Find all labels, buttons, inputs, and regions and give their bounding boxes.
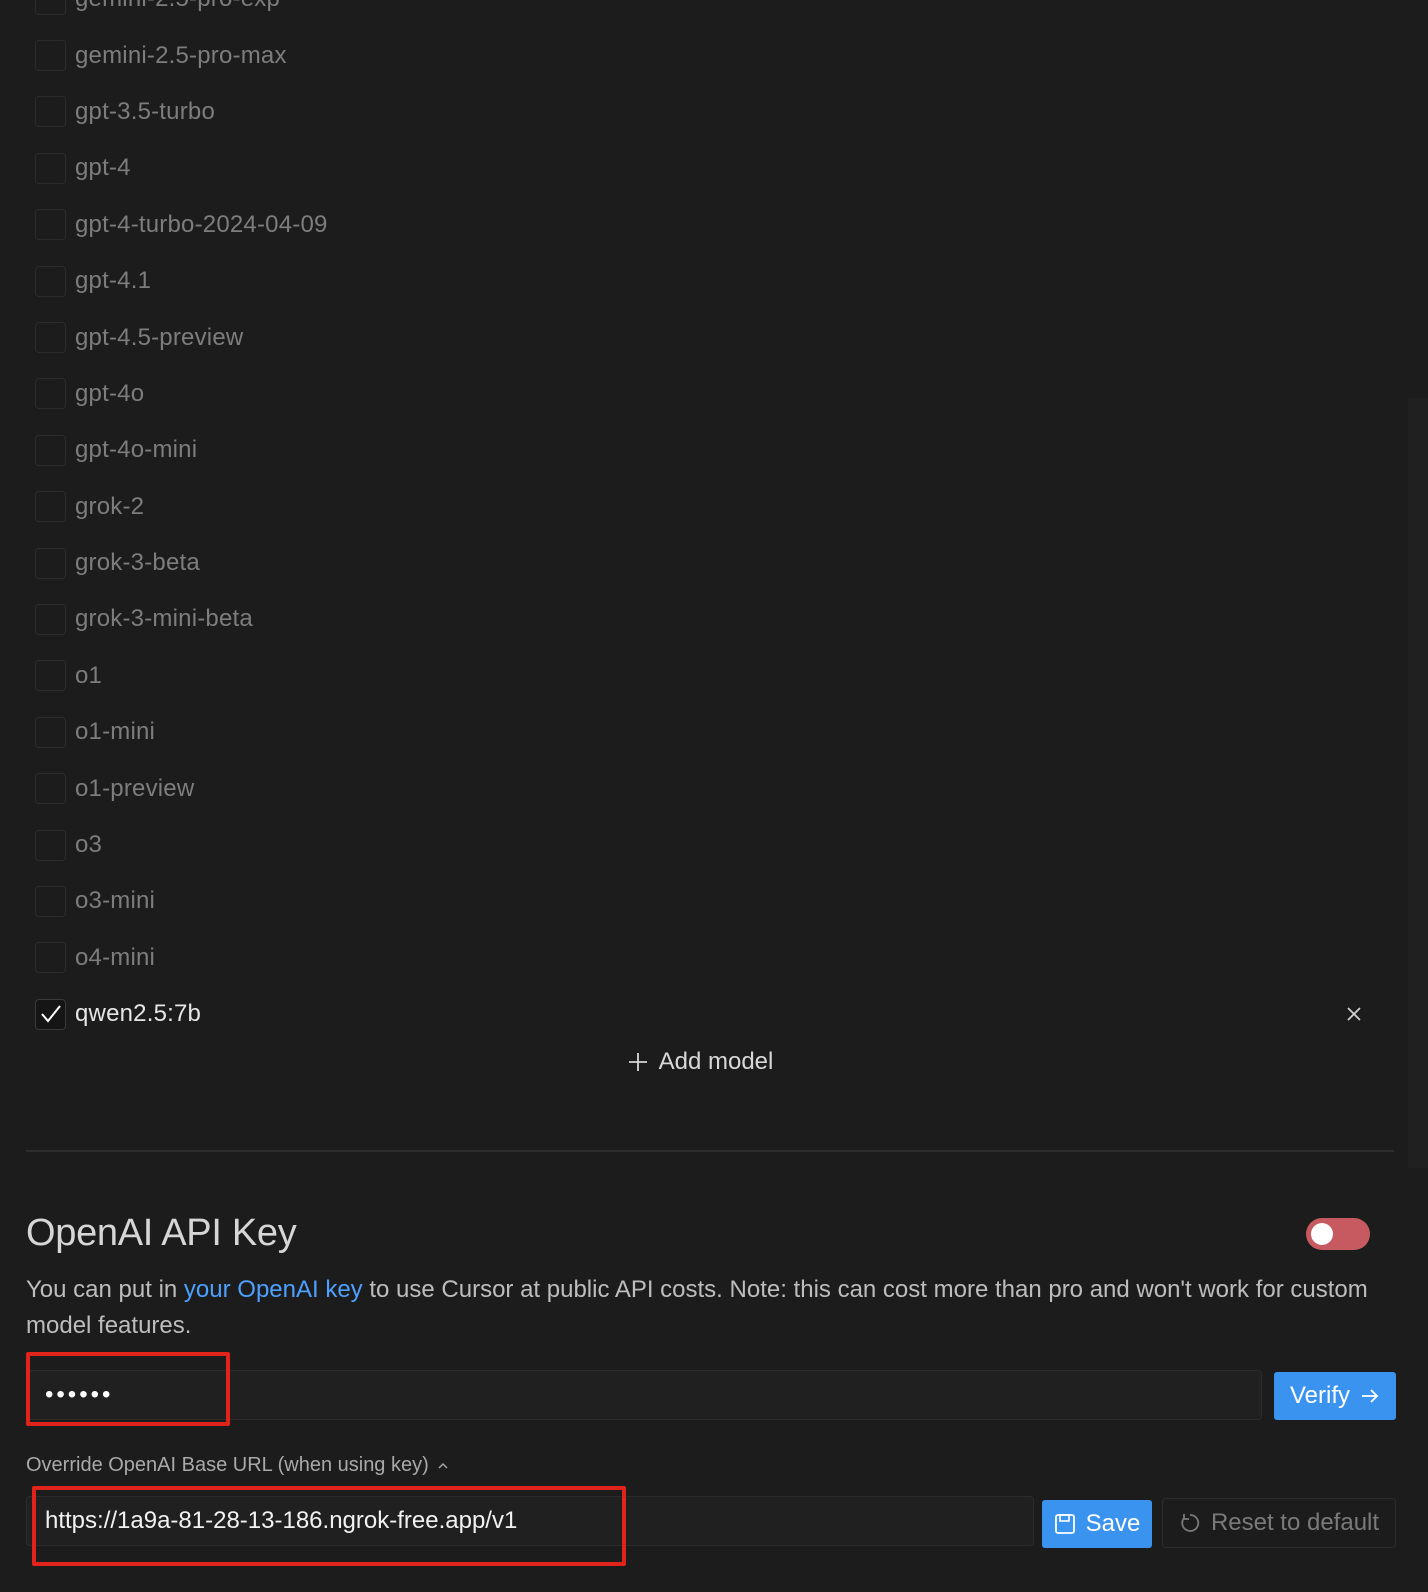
verify-button[interactable]: Verify [1274,1372,1396,1420]
plus-icon [628,1053,647,1071]
model-row[interactable]: grok-3-mini-beta [0,591,1428,647]
chevron-up-icon [438,1462,448,1468]
model-checkbox[interactable] [35,40,66,72]
model-name: gemini-2.5-pro-exp [75,0,280,13]
model-row[interactable]: gpt-4.5-preview [0,309,1428,365]
save-button[interactable]: Save [1042,1500,1152,1548]
model-checkbox[interactable] [35,378,66,410]
model-name: o1-preview [75,774,195,802]
model-name: gpt-4 [75,154,131,182]
model-row[interactable]: o1-mini [0,704,1428,760]
model-row[interactable]: gpt-4-turbo-2024-04-09 [0,197,1428,253]
model-name: gpt-4.5-preview [75,323,244,351]
model-checkbox[interactable] [35,660,66,692]
model-name: gpt-4-turbo-2024-04-09 [75,210,328,238]
model-checkbox[interactable] [35,773,66,805]
model-checkbox[interactable] [35,209,66,241]
model-checkbox[interactable] [35,0,66,15]
model-row[interactable]: o1 [0,648,1428,704]
model-list: gemini-2.5-pro-exp gemini-2.5-pro-max gpt-… [0,0,1428,1042]
section-title: OpenAI API Key [26,1212,297,1254]
scrollbar[interactable] [1408,398,1428,1168]
check-icon [40,1005,61,1023]
add-model-button[interactable]: Add model [0,1048,1400,1076]
model-name: gpt-4o-mini [75,436,198,464]
close-icon[interactable] [1345,1005,1363,1023]
reset-to-default-button[interactable]: Reset to default [1162,1498,1396,1548]
model-row[interactable]: o3 [0,817,1428,873]
arrow-right-icon [1362,1389,1379,1403]
model-name: grok-2 [75,492,145,520]
model-name: o3 [75,831,103,859]
model-checkbox[interactable] [35,885,66,917]
model-checkbox[interactable] [35,96,66,128]
save-label: Save [1085,1510,1141,1537]
model-checkbox[interactable] [35,998,66,1030]
toggle-knob [1311,1223,1333,1245]
model-checkbox[interactable] [35,491,66,523]
model-row[interactable]: gpt-4 [0,140,1428,196]
openai-key-link[interactable]: your OpenAI key [184,1276,363,1303]
model-row[interactable]: gpt-4.1 [0,253,1428,309]
verify-label: Verify [1289,1382,1351,1409]
model-checkbox[interactable] [35,603,66,635]
override-label: Override OpenAI Base URL (when using key… [26,1454,429,1476]
model-row[interactable]: o4-mini [0,930,1428,986]
section-divider [26,1150,1394,1152]
add-model-label: Add model [658,1048,774,1075]
model-checkbox[interactable] [35,547,66,579]
section-description: You can put in your OpenAI key to use Cu… [26,1272,1376,1344]
model-row[interactable]: grok-2 [0,479,1428,535]
model-name: gemini-2.5-pro-max [75,41,287,69]
model-checkbox[interactable] [35,942,66,974]
model-row[interactable]: gemini-2.5-pro-exp [0,0,1428,27]
model-checkbox[interactable] [35,152,66,184]
api-key-input[interactable]: •••••• [26,1370,1262,1420]
model-row[interactable]: grok-3-beta [0,535,1428,591]
model-row[interactable]: gemini-2.5-pro-max [0,27,1428,83]
reset-label: Reset to default [1210,1509,1380,1536]
model-name: o4-mini [75,943,156,971]
model-name: grok-3-beta [75,549,200,577]
override-base-url-toggle[interactable]: Override OpenAI Base URL (when using key… [26,1454,449,1477]
model-checkbox[interactable] [35,829,66,861]
model-row[interactable]: qwen2.5:7b [0,986,1428,1042]
save-icon [1054,1514,1075,1534]
model-checkbox[interactable] [35,265,66,297]
model-name: qwen2.5:7b [75,1000,202,1028]
model-name: gpt-4o [75,379,145,407]
model-name: gpt-3.5-turbo [75,97,216,125]
description-text-before: You can put in [26,1276,184,1303]
model-row[interactable]: gpt-3.5-turbo [0,84,1428,140]
model-name: gpt-4.1 [75,267,152,295]
model-name: grok-3-mini-beta [75,605,253,633]
base-url-input[interactable]: https://1a9a-81-28-13-186.ngrok-free.app… [26,1496,1034,1546]
reset-icon [1181,1514,1200,1532]
model-row[interactable]: o3-mini [0,873,1428,929]
model-name: o3-mini [75,887,156,915]
model-row[interactable]: gpt-4o-mini [0,422,1428,478]
model-checkbox[interactable] [35,434,66,466]
model-name: o1 [75,661,103,689]
openai-key-toggle[interactable] [1306,1218,1370,1250]
model-row[interactable]: o1-preview [0,760,1428,816]
model-checkbox[interactable] [35,716,66,748]
model-checkbox[interactable] [35,322,66,354]
models-settings-page: gemini-2.5-pro-exp gemini-2.5-pro-max gpt-… [0,0,1428,1592]
model-name: o1-mini [75,718,156,746]
model-row[interactable]: gpt-4o [0,366,1428,422]
